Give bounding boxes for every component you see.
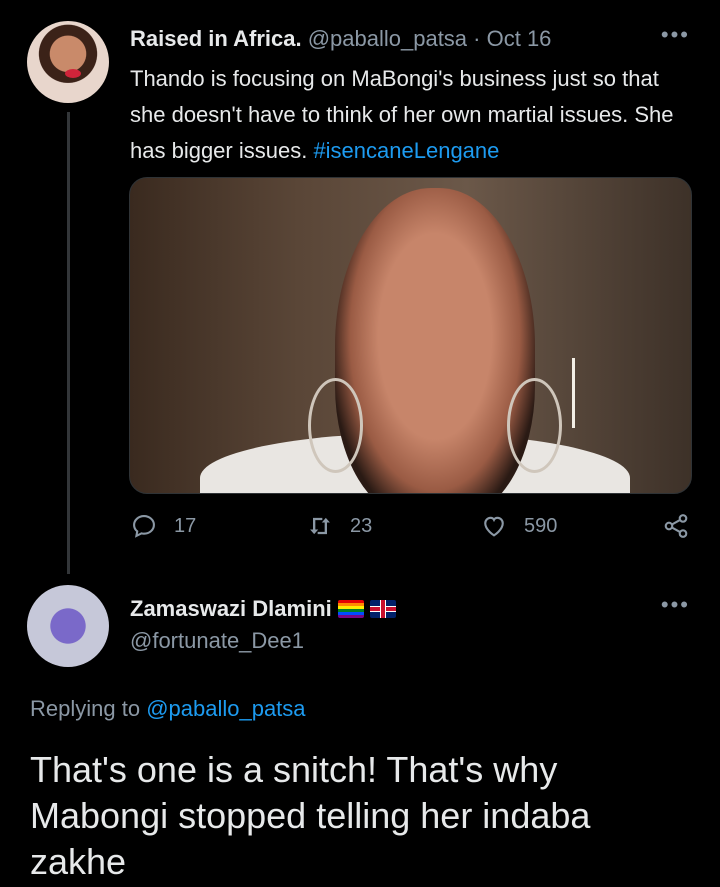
tweet: Raised in Africa. @paballo_patsa · Oct 1… [0, 0, 720, 574]
author-avatar[interactable] [27, 21, 109, 103]
uk-flag-icon [369, 600, 396, 618]
tweet-date[interactable]: Oct 16 [487, 26, 552, 51]
reply-count: 17 [174, 514, 197, 537]
reply-text: That's one is a snitch! That's why Mabon… [30, 749, 591, 882]
reply-author-name[interactable]: Zamaswazi Dlamini [130, 596, 332, 622]
tweet-header: Raised in Africa. @paballo_patsa · Oct 1… [130, 26, 551, 52]
reply-author-row: Zamaswazi Dlamini [130, 596, 396, 622]
replying-to: Replying to @paballo_patsa [30, 696, 306, 722]
media-earring-right [507, 378, 562, 473]
share-button[interactable] [662, 512, 690, 540]
tweet-media-image[interactable] [129, 177, 692, 494]
media-earring-left [308, 378, 363, 473]
avatar-detail [64, 68, 81, 78]
rainbow-flag-icon [337, 600, 364, 618]
reply-tweet: Zamaswazi Dlamini @fortunate_Dee1 ••• Re… [0, 570, 720, 887]
reply-author-handle[interactable]: @fortunate_Dee1 [130, 628, 304, 654]
replying-to-link[interactable]: @paballo_patsa [146, 696, 305, 721]
author-name[interactable]: Raised in Africa. [130, 26, 302, 51]
separator-dot: · [467, 26, 487, 51]
reply-button[interactable]: 17 [130, 512, 196, 540]
media-face [335, 188, 535, 493]
media-light [572, 358, 575, 428]
more-options-icon[interactable]: ••• [661, 22, 690, 48]
retweet-button[interactable]: 23 [306, 512, 372, 540]
replying-to-label: Replying to [30, 696, 147, 721]
tweet-actions: 17 23 590 [0, 512, 720, 552]
hashtag-link[interactable]: #isencaneLengane [313, 138, 499, 163]
author-handle[interactable]: @paballo_patsa [308, 26, 467, 51]
heart-icon [484, 516, 504, 537]
like-button[interactable]: 590 [480, 512, 557, 540]
more-options-icon[interactable]: ••• [661, 592, 690, 618]
retweet-icon [310, 517, 330, 535]
retweet-count: 23 [350, 514, 373, 537]
tweet-text: Thando is focusing on MaBongi's business… [130, 61, 690, 169]
reply-icon [133, 515, 155, 538]
like-count: 590 [524, 514, 558, 537]
thread-line [67, 112, 70, 574]
share-icon [664, 514, 688, 538]
reply-author-avatar[interactable] [27, 585, 109, 667]
